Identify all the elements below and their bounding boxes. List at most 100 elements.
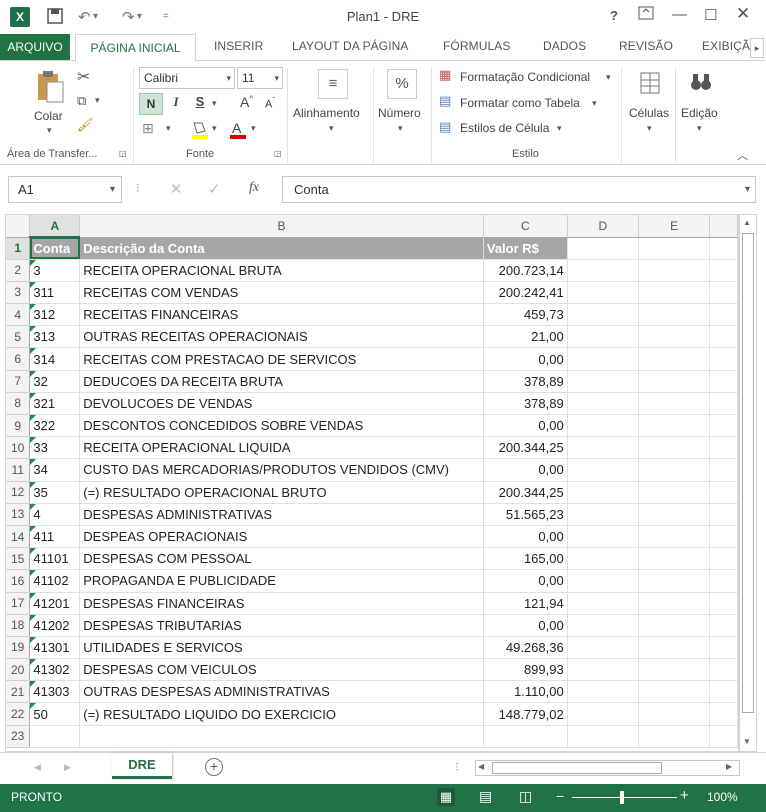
- cell[interactable]: [638, 636, 711, 660]
- cell-valor[interactable]: 200.344,25: [483, 481, 568, 504]
- next-sheet-icon[interactable]: ▶: [64, 762, 71, 773]
- sheet-tab-dre[interactable]: DRE: [112, 753, 172, 779]
- cell-valor[interactable]: 200.723,14: [483, 259, 568, 282]
- font-color-dropdown-icon[interactable]: ▾: [251, 123, 256, 134]
- prev-sheet-icon[interactable]: ◀: [34, 762, 41, 773]
- cell[interactable]: [709, 325, 738, 349]
- vertical-scrollbar[interactable]: ▲ ▼: [739, 214, 757, 752]
- cell[interactable]: [709, 414, 738, 438]
- cell[interactable]: [567, 725, 639, 748]
- cell[interactable]: [709, 458, 738, 482]
- cell[interactable]: [567, 392, 639, 416]
- cell-descricao[interactable]: (=) RESULTADO LIQUIDO DO EXERCICIO: [79, 702, 484, 726]
- cell-valor[interactable]: 165,00: [483, 547, 568, 571]
- row-header[interactable]: 3: [6, 281, 31, 305]
- cell-a1[interactable]: Conta: [29, 237, 81, 260]
- scroll-left-icon[interactable]: ◀: [478, 762, 484, 771]
- clipboard-launcher-icon[interactable]: ◲: [119, 149, 127, 158]
- format-painter-icon[interactable]: 🖌: [77, 117, 94, 133]
- row-header[interactable]: 7: [6, 370, 31, 393]
- cell[interactable]: [567, 414, 639, 438]
- row-header[interactable]: 4: [6, 303, 31, 327]
- copy-dropdown-icon[interactable]: ▾: [95, 95, 100, 106]
- cell-styles-button[interactable]: Estilos de Célula: [460, 121, 549, 135]
- ribbon-display-icon[interactable]: [638, 6, 654, 24]
- cell[interactable]: [709, 525, 738, 549]
- zoom-level[interactable]: 100%: [707, 790, 738, 804]
- cell[interactable]: [638, 569, 711, 593]
- cell-conta[interactable]: 411: [29, 525, 81, 549]
- maximize-icon[interactable]: ☐: [704, 6, 717, 24]
- cell-descricao[interactable]: RECEITA OPERACIONAL BRUTA: [79, 259, 484, 282]
- row-header[interactable]: 17: [6, 592, 31, 615]
- normal-view-icon[interactable]: ▦: [437, 788, 455, 806]
- cell[interactable]: [638, 481, 711, 504]
- insert-function-icon[interactable]: fx: [249, 180, 259, 196]
- spreadsheet-grid[interactable]: A B C D E 1 Conta Descrição da Conta Val…: [5, 214, 739, 752]
- cell[interactable]: [638, 547, 711, 571]
- cell[interactable]: [638, 725, 711, 748]
- select-all-corner[interactable]: [6, 215, 31, 238]
- cell-valor[interactable]: 121,94: [483, 592, 568, 615]
- cell[interactable]: [638, 347, 711, 371]
- column-header-f[interactable]: [709, 215, 738, 238]
- row-header[interactable]: 2: [6, 259, 31, 282]
- zoom-in-icon[interactable]: +: [680, 787, 689, 804]
- cell[interactable]: [638, 370, 711, 393]
- cell-descricao[interactable]: RECEITAS COM PRESTACAO DE SERVICOS: [79, 347, 484, 371]
- cell-valor[interactable]: 0,00: [483, 569, 568, 593]
- format-as-table-button[interactable]: Formatar como Tabela: [460, 96, 580, 110]
- alignment-icon[interactable]: ≡: [318, 69, 348, 99]
- cell-valor[interactable]: 200.344,25: [483, 436, 568, 460]
- cell[interactable]: [638, 281, 711, 305]
- cell-b1[interactable]: Descrição da Conta: [79, 237, 484, 260]
- row-header[interactable]: 14: [6, 525, 31, 549]
- paste-dropdown-icon[interactable]: ▾: [47, 125, 52, 136]
- tab-scroll-right-icon[interactable]: ▸: [750, 38, 764, 58]
- column-header-d[interactable]: D: [567, 215, 639, 238]
- horizontal-scrollbar[interactable]: ◀ ▶: [475, 760, 740, 776]
- cell-valor[interactable]: 49.268,36: [483, 636, 568, 660]
- row-header[interactable]: 10: [6, 436, 31, 460]
- cell[interactable]: [709, 237, 738, 260]
- name-box[interactable]: A1 ▾: [8, 176, 122, 203]
- cell[interactable]: [567, 481, 639, 504]
- cell[interactable]: [638, 702, 711, 726]
- cell-conta[interactable]: 3: [29, 259, 81, 282]
- font-name-select[interactable]: Calibri ▾: [139, 67, 235, 89]
- row-header[interactable]: 15: [6, 547, 31, 571]
- cell[interactable]: [567, 325, 639, 349]
- cell-descricao[interactable]: DEDUCOES DA RECEITA BRUTA: [79, 370, 484, 393]
- cell[interactable]: [567, 592, 639, 615]
- font-size-select[interactable]: 11 ▾: [237, 67, 283, 89]
- cell[interactable]: [567, 259, 639, 282]
- cell-descricao[interactable]: [79, 725, 484, 748]
- alignment-label[interactable]: Alinhamento: [293, 106, 360, 120]
- cell[interactable]: [638, 414, 711, 438]
- cell-descricao[interactable]: DESPESAS COM PESSOAL: [79, 547, 484, 571]
- cell-valor[interactable]: 148.779,02: [483, 702, 568, 726]
- number-label[interactable]: Número: [378, 106, 421, 120]
- cell-conta[interactable]: 312: [29, 303, 81, 327]
- paste-label[interactable]: Colar: [34, 109, 63, 123]
- tab-layout-da-pagina[interactable]: LAYOUT DA PÁGINA: [292, 39, 409, 53]
- cell[interactable]: [567, 658, 639, 682]
- borders-dropdown-icon[interactable]: ▾: [166, 123, 171, 134]
- cell[interactable]: [709, 503, 738, 526]
- row-header[interactable]: 12: [6, 481, 31, 504]
- cell-conta[interactable]: 4: [29, 503, 81, 526]
- cell-conta[interactable]: 322: [29, 414, 81, 438]
- cell[interactable]: [638, 436, 711, 460]
- cell-descricao[interactable]: DESPEAS OPERACIONAIS: [79, 525, 484, 549]
- cell[interactable]: [709, 281, 738, 305]
- cell-c1[interactable]: Valor R$: [483, 237, 568, 260]
- cell[interactable]: [709, 303, 738, 327]
- cell[interactable]: [638, 259, 711, 282]
- cell[interactable]: [638, 392, 711, 416]
- cell-conta[interactable]: 321: [29, 392, 81, 416]
- font-color-icon[interactable]: A: [228, 119, 248, 144]
- close-icon[interactable]: ✕: [736, 4, 750, 24]
- cell[interactable]: [709, 392, 738, 416]
- chevron-down-icon[interactable]: ▾: [557, 123, 562, 134]
- cell-valor[interactable]: 378,89: [483, 392, 568, 416]
